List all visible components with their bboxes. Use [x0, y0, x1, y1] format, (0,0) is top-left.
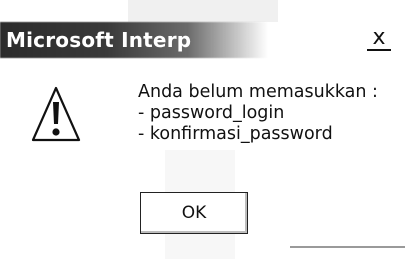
- title-bar[interactable]: Microsoft Interp x: [0, 22, 405, 58]
- warning-icon: [30, 84, 82, 146]
- dialog-bottom-border: [290, 246, 405, 248]
- close-button[interactable]: x: [367, 25, 391, 51]
- message-line: Anda belum memasukkan :: [138, 82, 378, 102]
- alert-dialog: Microsoft Interp x Anda belum memasukkan…: [0, 0, 405, 259]
- message-text: Anda belum memasukkan : - password_login…: [138, 82, 378, 145]
- ok-button[interactable]: OK: [140, 192, 248, 234]
- message-line: - password_login: [138, 103, 285, 123]
- message-line: - konfirmasi_password: [138, 124, 333, 144]
- window-title: Microsoft Interp: [6, 28, 192, 52]
- background-watermark: [128, 0, 278, 22]
